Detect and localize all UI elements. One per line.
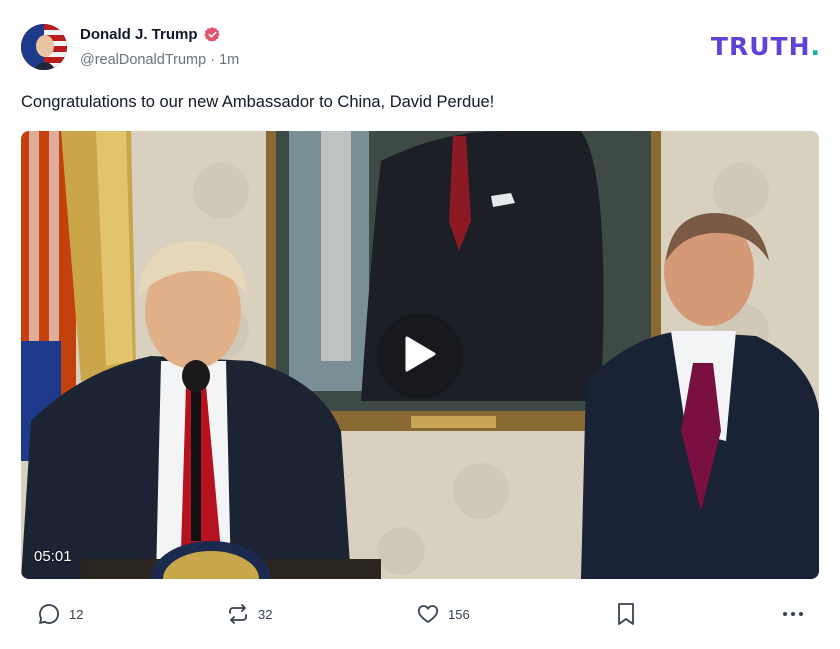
bookmark-icon — [616, 602, 636, 626]
post-header: Donald J. Trump @realDonaldTrump · 1m TR… — [21, 24, 821, 74]
logo-dot: . — [810, 32, 821, 61]
repost-icon — [226, 602, 250, 626]
retruth-button[interactable]: 32 — [226, 602, 272, 626]
bookmark-button[interactable] — [616, 602, 636, 626]
meta-separator: · — [206, 52, 220, 68]
video-duration: 05:01 — [34, 548, 72, 565]
author-name[interactable]: Donald J. Trump — [80, 26, 198, 43]
more-horizontal-icon — [781, 602, 805, 626]
retruth-count: 32 — [258, 606, 273, 622]
verified-badge-icon — [203, 26, 221, 43]
like-count: 156 — [448, 606, 470, 622]
more-options-button[interactable] — [781, 602, 805, 626]
post-actions: 12 32 156 — [21, 598, 819, 630]
truth-logo[interactable]: TRUTH. — [711, 32, 821, 61]
post-timestamp[interactable]: 1m — [219, 52, 239, 68]
logo-text: TRUTH — [710, 32, 811, 61]
post-text: Congratulations to our new Ambassador to… — [21, 93, 495, 111]
heart-icon — [416, 602, 440, 626]
avatar[interactable] — [21, 24, 67, 70]
like-button[interactable]: 156 — [416, 602, 470, 626]
reply-count: 12 — [69, 606, 84, 622]
video-player[interactable]: 05:01 — [21, 131, 819, 579]
play-button[interactable] — [377, 313, 463, 399]
reply-button[interactable]: 12 — [37, 602, 83, 626]
author-handle[interactable]: @realDonaldTrump — [80, 52, 206, 68]
play-icon — [403, 335, 437, 378]
author-meta: @realDonaldTrump · 1m — [80, 52, 239, 68]
comment-icon — [37, 602, 61, 626]
